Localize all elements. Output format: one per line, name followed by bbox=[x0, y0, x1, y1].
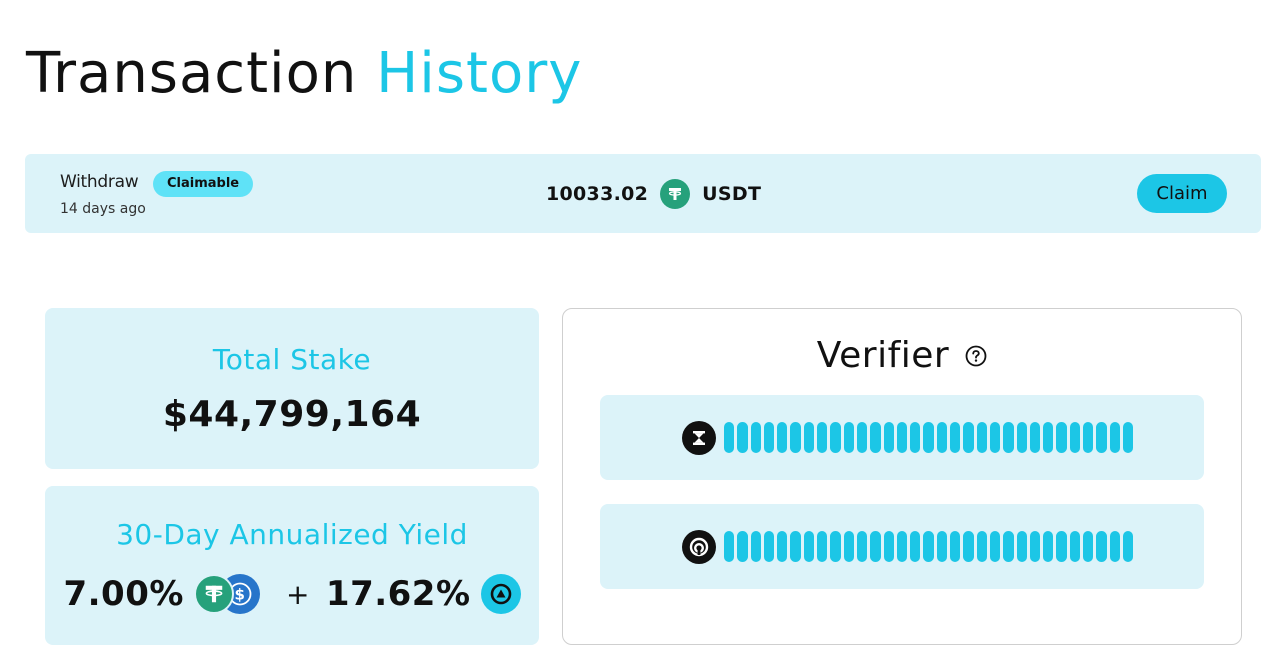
yield-values: 7.00% $ + 17.62% bbox=[45, 574, 539, 614]
hourglass-logo-icon bbox=[682, 421, 716, 455]
tether-icon bbox=[660, 179, 691, 209]
verifier-title: Verifier bbox=[816, 335, 950, 376]
bonus-yield-rate: 17.62% bbox=[325, 574, 471, 614]
total-stake-value: $44,799,164 bbox=[162, 394, 422, 435]
svg-text:$: $ bbox=[234, 586, 245, 604]
status-badge: Claimable bbox=[153, 171, 254, 197]
help-circle-icon[interactable] bbox=[965, 345, 987, 367]
masked-address bbox=[724, 422, 1134, 453]
stablecoin-icons: $ bbox=[193, 574, 260, 614]
yield-card: 30-Day Annualized Yield 7.00% $ + 17.62% bbox=[45, 486, 539, 645]
yield-plus-sign: + bbox=[285, 577, 310, 611]
transaction-token: USDT bbox=[702, 183, 762, 205]
transaction-amount: 10033.02 bbox=[546, 183, 649, 205]
page-title-part1: Transaction bbox=[26, 41, 358, 106]
total-stake-card: Total Stake $44,799,164 bbox=[45, 308, 539, 469]
masked-address bbox=[724, 531, 1134, 562]
verifier-header: Verifier bbox=[563, 335, 1241, 376]
verifier-row bbox=[600, 504, 1204, 589]
page-title-part2: History bbox=[376, 41, 583, 106]
transaction-type: Withdraw bbox=[60, 172, 139, 192]
yield-label: 30-Day Annualized Yield bbox=[116, 518, 468, 551]
total-stake-label: Total Stake bbox=[212, 343, 372, 376]
protocol-token-icon bbox=[480, 574, 521, 614]
transaction-time: 14 days ago bbox=[60, 201, 146, 217]
ring-logo-icon bbox=[682, 530, 716, 564]
tether-icon bbox=[193, 574, 234, 614]
claim-button[interactable]: Claim bbox=[1137, 174, 1227, 213]
page-title: Transaction History bbox=[26, 38, 582, 110]
transaction-amount-group: 10033.02 USDT bbox=[546, 179, 761, 209]
base-yield-rate: 7.00% bbox=[63, 574, 184, 614]
verifier-panel: Verifier bbox=[562, 308, 1242, 645]
verifier-row bbox=[600, 395, 1204, 480]
transaction-row: Withdraw Claimable 14 days ago 10033.02 … bbox=[25, 154, 1261, 233]
